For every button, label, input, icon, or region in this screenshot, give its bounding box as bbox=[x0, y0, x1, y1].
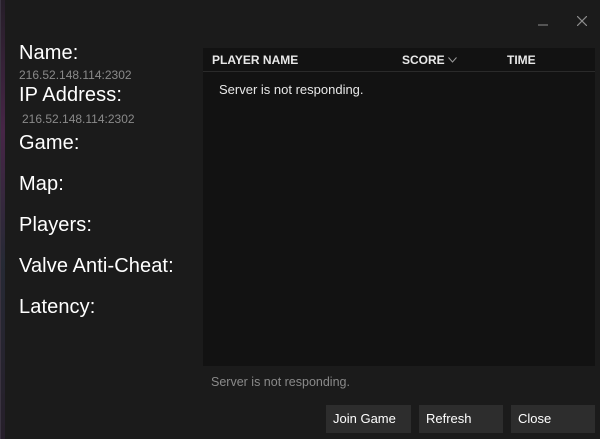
column-player-name-label: PLAYER NAME bbox=[212, 53, 299, 67]
game-label: Game: bbox=[19, 132, 80, 154]
server-info-dialog: Name: 216.52.148.114:2302 IP Address: 21… bbox=[0, 0, 600, 439]
close-window-button[interactable] bbox=[571, 10, 593, 32]
join-game-button[interactable]: Join Game bbox=[326, 405, 411, 433]
column-player-name[interactable]: PLAYER NAME bbox=[212, 53, 298, 67]
close-icon bbox=[571, 16, 593, 26]
name-value: 216.52.148.114:2302 bbox=[19, 68, 132, 82]
ip-address-value: 216.52.148.114:2302 bbox=[22, 112, 135, 126]
column-score-label: SCORE bbox=[402, 53, 445, 67]
players-empty-message: Server is not responding. bbox=[219, 82, 364, 97]
minimize-button[interactable] bbox=[532, 10, 554, 32]
column-time-label: TIME bbox=[507, 53, 536, 67]
map-label: Map: bbox=[19, 173, 64, 195]
ip-address-label: IP Address: bbox=[19, 84, 123, 106]
chevron-down-icon bbox=[447, 57, 457, 63]
column-time[interactable]: TIME bbox=[507, 53, 536, 67]
status-text: Server is not responding. bbox=[211, 375, 350, 389]
minimize-icon bbox=[532, 16, 554, 26]
name-label: Name: bbox=[19, 42, 79, 64]
players-table: PLAYER NAME SCORE TIME Server is not res… bbox=[203, 48, 595, 366]
latency-label: Latency: bbox=[19, 296, 96, 318]
refresh-button[interactable]: Refresh bbox=[419, 405, 503, 433]
close-button[interactable]: Close bbox=[511, 405, 595, 433]
window-edge bbox=[1, 0, 5, 439]
players-label: Players: bbox=[19, 214, 93, 236]
players-table-header: PLAYER NAME SCORE TIME bbox=[203, 48, 595, 72]
column-score[interactable]: SCORE bbox=[402, 53, 457, 67]
vac-label: Valve Anti-Cheat: bbox=[19, 255, 174, 277]
